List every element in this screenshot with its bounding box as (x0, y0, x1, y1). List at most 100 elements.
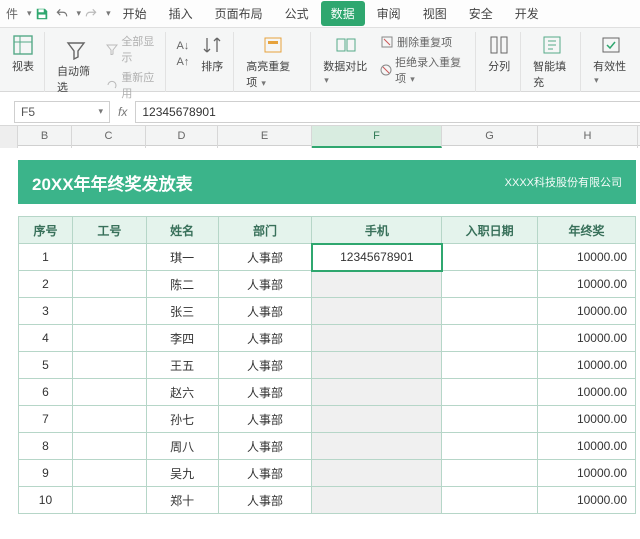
cell-dept[interactable]: 人事部 (218, 460, 312, 487)
flashfill-button[interactable]: 智能填充 (529, 32, 574, 92)
cell-seq[interactable]: 4 (19, 325, 73, 352)
col-header[interactable]: G (442, 126, 538, 148)
cell-name[interactable]: 琪一 (146, 244, 218, 271)
cell-seq[interactable]: 9 (19, 460, 73, 487)
cell-name[interactable]: 张三 (146, 298, 218, 325)
cell-empno[interactable] (72, 460, 146, 487)
cell-seq[interactable]: 5 (19, 352, 73, 379)
cell-hiredate[interactable] (442, 406, 538, 433)
data-compare-button[interactable]: 数据对比 ▾ (319, 32, 372, 88)
sort-button[interactable]: 排序 (197, 32, 227, 76)
cell-bonus[interactable]: 10000.00 (538, 406, 636, 433)
file-menu-icon[interactable]: 件 (4, 6, 20, 22)
th-bonus[interactable]: 年终奖 (538, 217, 636, 244)
cell-bonus[interactable]: 10000.00 (538, 271, 636, 298)
cell-seq[interactable]: 7 (19, 406, 73, 433)
cell-name[interactable]: 周八 (146, 433, 218, 460)
autofilter-button[interactable]: 自动筛选 (53, 37, 98, 97)
name-box[interactable]: F5 ▾ (14, 101, 110, 123)
cell-empno[interactable] (72, 352, 146, 379)
cell-dept[interactable]: 人事部 (218, 487, 312, 514)
cell-dept[interactable]: 人事部 (218, 298, 312, 325)
cell-hiredate[interactable] (442, 244, 538, 271)
cell-dept[interactable]: 人事部 (218, 271, 312, 298)
table-row[interactable]: 2陈二人事部10000.00 (19, 271, 636, 298)
cell-name[interactable]: 郑十 (146, 487, 218, 514)
col-header[interactable]: C (72, 126, 146, 148)
th-seq[interactable]: 序号 (19, 217, 73, 244)
tab-formula[interactable]: 公式 (275, 1, 319, 26)
column-headers[interactable]: B C D E F G H (0, 126, 640, 146)
sort-asc-button[interactable]: A↓ (174, 39, 191, 53)
cell-name[interactable]: 孙七 (146, 406, 218, 433)
th-phone[interactable]: 手机 (312, 217, 442, 244)
th-hiredate[interactable]: 入职日期 (442, 217, 538, 244)
tab-security[interactable]: 安全 (459, 1, 503, 26)
col-header[interactable]: H (538, 126, 638, 148)
cell-empno[interactable] (72, 487, 146, 514)
cell-seq[interactable]: 8 (19, 433, 73, 460)
cell-bonus[interactable]: 10000.00 (538, 298, 636, 325)
show-all-button[interactable]: 全部显示 (104, 32, 159, 66)
cell-phone[interactable] (312, 460, 442, 487)
pivot-table-button[interactable]: 视表 (8, 32, 38, 76)
cell-phone[interactable] (312, 298, 442, 325)
cell-empno[interactable] (72, 244, 146, 271)
table-row[interactable]: 3张三人事部10000.00 (19, 298, 636, 325)
cell-seq[interactable]: 6 (19, 379, 73, 406)
reapply-button[interactable]: 重新应用 (104, 68, 159, 102)
fx-icon[interactable]: fx (118, 105, 127, 119)
highlight-dup-button[interactable]: 高亮重复项 ▾ (242, 32, 304, 92)
cell-dept[interactable]: 人事部 (218, 406, 312, 433)
save-icon[interactable] (34, 6, 50, 22)
cell-empno[interactable] (72, 406, 146, 433)
table-row[interactable]: 10郑十人事部10000.00 (19, 487, 636, 514)
cell-bonus[interactable]: 10000.00 (538, 379, 636, 406)
tab-insert[interactable]: 插入 (159, 1, 203, 26)
cell-name[interactable]: 陈二 (146, 271, 218, 298)
cell-seq[interactable]: 10 (19, 487, 73, 514)
cell-name[interactable]: 吴九 (146, 460, 218, 487)
tab-start[interactable]: 开始 (113, 1, 157, 26)
cell-name[interactable]: 王五 (146, 352, 218, 379)
text-to-columns-button[interactable]: 分列 (484, 32, 514, 76)
cell-phone[interactable] (312, 379, 442, 406)
cell-phone[interactable]: 12345678901 (312, 244, 442, 271)
cell-phone[interactable] (312, 352, 442, 379)
tab-data[interactable]: 数据 (321, 1, 365, 26)
table-row[interactable]: 1琪一人事部1234567890110000.00 (19, 244, 636, 271)
cell-empno[interactable] (72, 298, 146, 325)
cell-hiredate[interactable] (442, 487, 538, 514)
table-row[interactable]: 9吴九人事部10000.00 (19, 460, 636, 487)
formula-input[interactable] (135, 101, 640, 123)
cell-dept[interactable]: 人事部 (218, 433, 312, 460)
cell-hiredate[interactable] (442, 325, 538, 352)
sort-desc-button[interactable]: A↑ (174, 55, 191, 69)
cell-name[interactable]: 李四 (146, 325, 218, 352)
col-header[interactable]: B (18, 126, 72, 148)
cell-empno[interactable] (72, 325, 146, 352)
cell-bonus[interactable]: 10000.00 (538, 325, 636, 352)
table-row[interactable]: 6赵六人事部10000.00 (19, 379, 636, 406)
tab-developer[interactable]: 开发 (505, 1, 549, 26)
col-header[interactable]: E (218, 126, 312, 148)
cell-hiredate[interactable] (442, 433, 538, 460)
select-all-corner[interactable] (0, 126, 18, 148)
cell-hiredate[interactable] (442, 460, 538, 487)
cell-phone[interactable] (312, 487, 442, 514)
col-header[interactable]: D (146, 126, 218, 148)
cell-dept[interactable]: 人事部 (218, 325, 312, 352)
cell-phone[interactable] (312, 406, 442, 433)
cell-dept[interactable]: 人事部 (218, 244, 312, 271)
table-row[interactable]: 7 孙七人事部 10000.00 (19, 406, 636, 433)
cell-phone[interactable] (312, 325, 442, 352)
cell-hiredate[interactable] (442, 379, 538, 406)
validation-button[interactable]: 有效性 ▾ (589, 32, 632, 88)
cell-bonus[interactable]: 10000.00 (538, 433, 636, 460)
cell-dept[interactable]: 人事部 (218, 352, 312, 379)
cell-phone[interactable] (312, 271, 442, 298)
table-row[interactable]: 4 李四人事部 10000.00 (19, 325, 636, 352)
reject-dup-button[interactable]: 拒绝录入重复项 ▾ (378, 53, 469, 87)
tab-review[interactable]: 审阅 (367, 1, 411, 26)
cell-hiredate[interactable] (442, 298, 538, 325)
